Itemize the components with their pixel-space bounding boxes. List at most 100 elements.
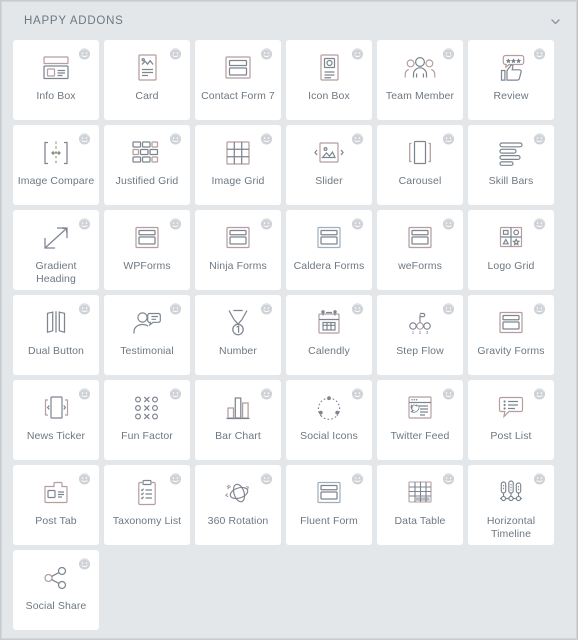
widget-card[interactable]: Calendly [286,295,372,375]
number-icon [218,306,258,340]
widget-card[interactable]: Info Box [13,40,99,120]
widget-card[interactable]: Social Share [13,550,99,630]
carousel-icon [400,136,440,170]
widget-label: Testimonial [120,345,174,357]
icon-box-icon [309,51,349,85]
widget-label: Skill Bars [488,175,534,187]
widget-label: 360 Rotation [207,515,269,527]
widget-label: Post List [490,430,532,442]
widget-card[interactable]: Icon Box [286,40,372,120]
happy-addons-pro-badge-icon [350,386,365,401]
happy-addons-pro-badge-icon [259,216,274,231]
widget-card[interactable]: Caldera Forms [286,210,372,290]
widget-card[interactable]: Gradient Heading [13,210,99,290]
calendly-icon [309,306,349,340]
widget-label: Post Tab [35,515,77,527]
happy-addons-pro-badge-icon [441,216,456,231]
widget-card[interactable]: Carousel [377,125,463,205]
info-box-icon [36,51,76,85]
happy-addons-pro-badge-icon [259,301,274,316]
happy-addons-pro-badge-icon [350,216,365,231]
widget-label: Gradient Heading [35,260,77,285]
widget-card[interactable]: 1 2 3 Step Flow [377,295,463,375]
widget-card[interactable]: Logo Grid [468,210,554,290]
chevron-down-icon[interactable] [546,12,564,30]
contact-form-7-icon [218,51,258,85]
ninja-forms-icon [218,221,258,255]
gravity-forms-icon [491,306,531,340]
widget-card[interactable]: Skill Bars [468,125,554,205]
widget-label: Fluent Form [300,515,358,527]
widget-card[interactable]: Card [104,40,190,120]
widget-label: Taxonomy List [112,515,182,527]
twitter-feed-icon [400,391,440,425]
fun-factor-icon [127,391,167,425]
widget-card[interactable]: Contact Form 7 [195,40,281,120]
widget-card[interactable]: Fluent Form [286,465,372,545]
widget-label: Fun Factor [121,430,173,442]
widget-card[interactable]: Team Member [377,40,463,120]
widget-card[interactable]: Image Compare [13,125,99,205]
widget-label: Gravity Forms [477,345,545,357]
happy-addons-pro-badge-icon [532,471,547,486]
widget-card[interactable]: Post Tab [13,465,99,545]
happy-addons-panel: HAPPY ADDONS Info Box Card Contact Form 7 I… [1,1,577,639]
widget-card[interactable]: Horizontal Timeline [468,465,554,545]
horizontal-timeline-icon [491,476,531,510]
happy-addons-pro-badge-icon [259,471,274,486]
widget-card[interactable]: 360 Rotation [195,465,281,545]
widget-card[interactable]: Gravity Forms [468,295,554,375]
widget-card[interactable]: Testimonial [104,295,190,375]
happy-addons-pro-badge-icon [77,216,92,231]
happy-addons-pro-badge-icon [77,301,92,316]
news-ticker-icon [36,391,76,425]
widget-card[interactable]: Twitter Feed [377,380,463,460]
widget-card[interactable]: Data Table [377,465,463,545]
widget-card[interactable]: Slider [286,125,372,205]
justified-grid-icon [127,136,167,170]
widget-label: Social Icons [300,430,358,442]
happy-addons-pro-badge-icon [350,131,365,146]
widget-label: Data Table [394,515,446,527]
happy-addons-pro-badge-icon [77,471,92,486]
image-grid-icon [218,136,258,170]
widget-label: Caldera Forms [293,260,365,272]
widget-card[interactable]: Dual Button [13,295,99,375]
widget-card[interactable]: WPForms [104,210,190,290]
weforms-icon [400,221,440,255]
widget-label: Logo Grid [487,260,535,272]
widget-card[interactable]: News Ticker [13,380,99,460]
caldera-forms-icon [309,221,349,255]
bar-chart-icon [218,391,258,425]
team-member-icon [400,51,440,85]
widget-card[interactable]: Image Grid [195,125,281,205]
widget-label: Contact Form 7 [201,90,275,102]
widget-label: Bar Chart [215,430,261,442]
widget-card[interactable]: Post List [468,380,554,460]
widget-label: Ninja Forms [209,260,267,272]
widget-card[interactable]: Social Icons [286,380,372,460]
widget-label: Image Compare [17,175,95,187]
happy-addons-pro-badge-icon [168,301,183,316]
happy-addons-pro-badge-icon [168,216,183,231]
widget-card[interactable]: Fun Factor [104,380,190,460]
widget-card[interactable]: Bar Chart [195,380,281,460]
panel-header[interactable]: HAPPY ADDONS [2,2,576,40]
widget-label: Slider [315,175,343,187]
widget-card[interactable]: Taxonomy List [104,465,190,545]
widget-card[interactable]: Number [195,295,281,375]
happy-addons-pro-badge-icon [168,46,183,61]
widget-label: Twitter Feed [390,430,450,442]
360-rotation-icon [218,476,258,510]
widget-card[interactable]: Review [468,40,554,120]
widget-card[interactable]: Justified Grid [104,125,190,205]
widget-card[interactable]: Ninja Forms [195,210,281,290]
widget-label: Info Box [36,90,76,102]
widget-label: News Ticker [26,430,86,442]
svg-text:3: 3 [426,330,429,335]
happy-addons-pro-badge-icon [441,131,456,146]
post-list-icon [491,391,531,425]
page-title: HAPPY ADDONS [24,15,124,27]
widget-card[interactable]: weForms [377,210,463,290]
happy-addons-pro-badge-icon [77,386,92,401]
